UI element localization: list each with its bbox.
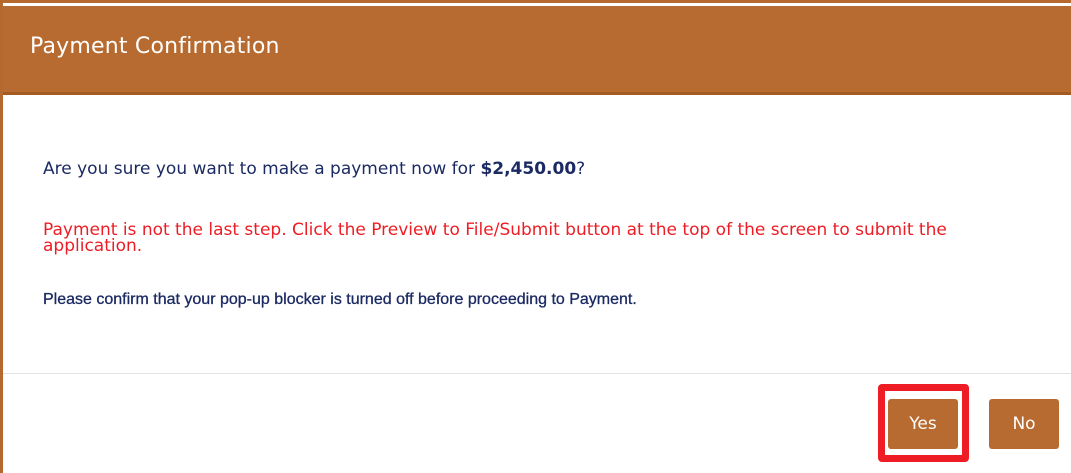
- question-prefix: Are you sure you want to make a payment …: [43, 159, 481, 179]
- footer-divider: [3, 373, 1071, 374]
- payment-confirmation-dialog: Payment Confirmation Are you sure you wa…: [0, 0, 1071, 473]
- warning-message: Payment is not the last step. Click the …: [43, 220, 947, 256]
- no-button[interactable]: No: [989, 399, 1059, 449]
- dialog-body: Are you sure you want to make a payment …: [3, 95, 1071, 375]
- question-suffix: ?: [576, 159, 586, 179]
- payment-amount: $2,450.00: [480, 159, 577, 179]
- dialog-header: Payment Confirmation: [3, 6, 1071, 95]
- popup-blocker-note: Please confirm that your pop-up blocker …: [43, 291, 637, 308]
- yes-button[interactable]: Yes: [888, 399, 958, 449]
- payment-question: Are you sure you want to make a payment …: [43, 159, 585, 179]
- dialog-title: Payment Confirmation: [30, 34, 280, 59]
